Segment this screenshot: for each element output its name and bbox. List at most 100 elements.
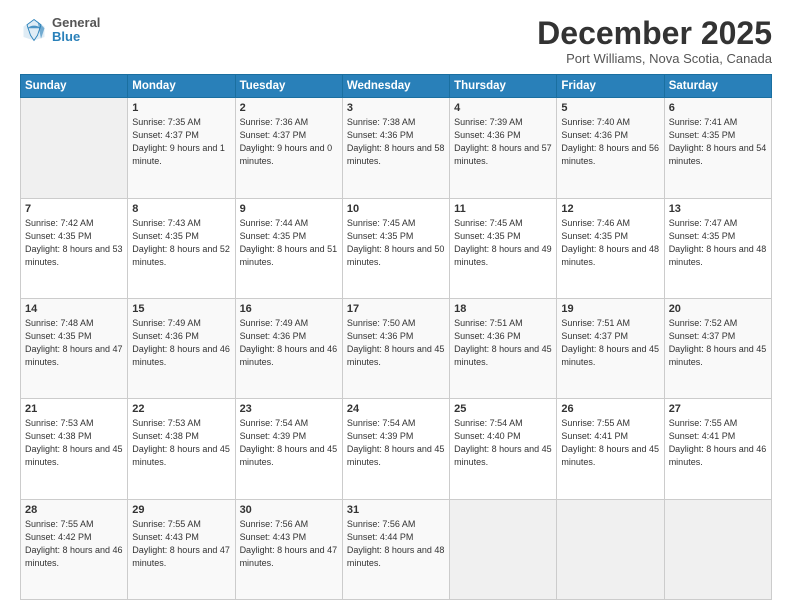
day-number: 16	[240, 303, 338, 315]
cell-content: Sunrise: 7:50 AMSunset: 4:36 PMDaylight:…	[347, 317, 445, 369]
cell-content: Sunrise: 7:52 AMSunset: 4:37 PMDaylight:…	[669, 317, 767, 369]
week-row-2: 14 Sunrise: 7:48 AMSunset: 4:35 PMDayligh…	[21, 298, 772, 398]
cell-content: Sunrise: 7:47 AMSunset: 4:35 PMDaylight:…	[669, 217, 767, 269]
cell-content: Sunrise: 7:54 AMSunset: 4:39 PMDaylight:…	[240, 417, 338, 469]
day-number: 10	[347, 203, 445, 215]
calendar-cell: 28Sunrise: 7:55 AMSunset: 4:42 PMDayligh…	[21, 499, 128, 599]
day-number: 22	[132, 403, 230, 415]
day-number: 20	[669, 303, 767, 315]
calendar-cell: 24 Sunrise: 7:54 AMSunset: 4:39 PMDayligh…	[342, 399, 449, 499]
logo-blue: Blue	[52, 30, 100, 44]
day-number: 31	[347, 504, 445, 516]
day-number: 11	[454, 203, 552, 215]
calendar-cell: 26 Sunrise: 7:55 AMSunset: 4:41 PMDayligh…	[557, 399, 664, 499]
weekday-header-tuesday: Tuesday	[235, 75, 342, 98]
cell-content: Sunrise: 7:40 AMSunset: 4:36 PMDaylight:…	[561, 116, 659, 168]
calendar-cell: 9Sunrise: 7:44 AMSunset: 4:35 PMDaylight…	[235, 198, 342, 298]
calendar-cell	[664, 499, 771, 599]
calendar-cell: 18 Sunrise: 7:51 AMSunset: 4:36 PMDayligh…	[450, 298, 557, 398]
cell-content: Sunrise: 7:48 AMSunset: 4:35 PMDaylight:…	[25, 317, 123, 369]
calendar-cell: 22 Sunrise: 7:53 AMSunset: 4:38 PMDayligh…	[128, 399, 235, 499]
location: Port Williams, Nova Scotia, Canada	[537, 51, 772, 66]
weekday-header-sunday: Sunday	[21, 75, 128, 98]
cell-content: Sunrise: 7:49 AMSunset: 4:36 PMDaylight:…	[240, 317, 338, 369]
day-number: 1	[132, 102, 230, 114]
weekday-header-row: SundayMondayTuesdayWednesdayThursdayFrid…	[21, 75, 772, 98]
day-number: 9	[240, 203, 338, 215]
calendar-cell: 1 Sunrise: 7:35 AMSunset: 4:37 PMDaylight…	[128, 98, 235, 198]
day-number: 5	[561, 102, 659, 114]
weekday-header-thursday: Thursday	[450, 75, 557, 98]
day-number: 8	[132, 203, 230, 215]
logo-icon	[20, 16, 48, 44]
day-number: 13	[669, 203, 767, 215]
day-number: 23	[240, 403, 338, 415]
cell-content: Sunrise: 7:56 AMSunset: 4:43 PMDaylight:…	[240, 518, 338, 570]
calendar-cell: 11 Sunrise: 7:45 AMSunset: 4:35 PMDayligh…	[450, 198, 557, 298]
cell-content: Sunrise: 7:51 AMSunset: 4:36 PMDaylight:…	[454, 317, 552, 369]
calendar-cell: 19Sunrise: 7:51 AMSunset: 4:37 PMDayligh…	[557, 298, 664, 398]
day-number: 19	[561, 303, 659, 315]
calendar-cell: 12 Sunrise: 7:46 AMSunset: 4:35 PMDayligh…	[557, 198, 664, 298]
day-number: 24	[347, 403, 445, 415]
day-number: 18	[454, 303, 552, 315]
cell-content: Sunrise: 7:41 AMSunset: 4:35 PMDaylight:…	[669, 116, 767, 168]
day-number: 27	[669, 403, 767, 415]
calendar-cell: 2 Sunrise: 7:36 AMSunset: 4:37 PMDaylight…	[235, 98, 342, 198]
header: General Blue December 2025 Port Williams…	[20, 16, 772, 66]
cell-content: Sunrise: 7:55 AMSunset: 4:41 PMDaylight:…	[561, 417, 659, 469]
calendar-cell: 25 Sunrise: 7:54 AMSunset: 4:40 PMDayligh…	[450, 399, 557, 499]
week-row-0: 1 Sunrise: 7:35 AMSunset: 4:37 PMDaylight…	[21, 98, 772, 198]
cell-content: Sunrise: 7:56 AMSunset: 4:44 PMDaylight:…	[347, 518, 445, 570]
calendar-cell: 23 Sunrise: 7:54 AMSunset: 4:39 PMDayligh…	[235, 399, 342, 499]
day-number: 7	[25, 203, 123, 215]
weekday-header-friday: Friday	[557, 75, 664, 98]
cell-content: Sunrise: 7:53 AMSunset: 4:38 PMDaylight:…	[132, 417, 230, 469]
day-number: 25	[454, 403, 552, 415]
day-number: 2	[240, 102, 338, 114]
calendar-page: General Blue December 2025 Port Williams…	[0, 0, 792, 612]
cell-content: Sunrise: 7:36 AMSunset: 4:37 PMDaylight:…	[240, 116, 338, 168]
month-title: December 2025	[537, 16, 772, 51]
logo: General Blue	[20, 16, 100, 45]
week-row-1: 7Sunrise: 7:42 AMSunset: 4:35 PMDaylight…	[21, 198, 772, 298]
calendar-cell: 4 Sunrise: 7:39 AMSunset: 4:36 PMDaylight…	[450, 98, 557, 198]
calendar-cell: 7Sunrise: 7:42 AMSunset: 4:35 PMDaylight…	[21, 198, 128, 298]
week-row-3: 21 Sunrise: 7:53 AMSunset: 4:38 PMDayligh…	[21, 399, 772, 499]
calendar-cell: 21 Sunrise: 7:53 AMSunset: 4:38 PMDayligh…	[21, 399, 128, 499]
cell-content: Sunrise: 7:55 AMSunset: 4:43 PMDaylight:…	[132, 518, 230, 570]
cell-content: Sunrise: 7:45 AMSunset: 4:35 PMDaylight:…	[454, 217, 552, 269]
cell-content: Sunrise: 7:35 AMSunset: 4:37 PMDaylight:…	[132, 116, 230, 168]
cell-content: Sunrise: 7:45 AMSunset: 4:35 PMDaylight:…	[347, 217, 445, 269]
day-number: 29	[132, 504, 230, 516]
cell-content: Sunrise: 7:54 AMSunset: 4:40 PMDaylight:…	[454, 417, 552, 469]
title-block: December 2025 Port Williams, Nova Scotia…	[537, 16, 772, 66]
cell-content: Sunrise: 7:54 AMSunset: 4:39 PMDaylight:…	[347, 417, 445, 469]
week-row-4: 28Sunrise: 7:55 AMSunset: 4:42 PMDayligh…	[21, 499, 772, 599]
day-number: 12	[561, 203, 659, 215]
calendar-cell: 3Sunrise: 7:38 AMSunset: 4:36 PMDaylight…	[342, 98, 449, 198]
day-number: 21	[25, 403, 123, 415]
day-number: 26	[561, 403, 659, 415]
calendar-cell: 17 Sunrise: 7:50 AMSunset: 4:36 PMDayligh…	[342, 298, 449, 398]
cell-content: Sunrise: 7:46 AMSunset: 4:35 PMDaylight:…	[561, 217, 659, 269]
weekday-header-monday: Monday	[128, 75, 235, 98]
cell-content: Sunrise: 7:39 AMSunset: 4:36 PMDaylight:…	[454, 116, 552, 168]
day-number: 15	[132, 303, 230, 315]
day-number: 17	[347, 303, 445, 315]
calendar-cell: 8Sunrise: 7:43 AMSunset: 4:35 PMDaylight…	[128, 198, 235, 298]
cell-content: Sunrise: 7:38 AMSunset: 4:36 PMDaylight:…	[347, 116, 445, 168]
cell-content: Sunrise: 7:49 AMSunset: 4:36 PMDaylight:…	[132, 317, 230, 369]
calendar-cell: 15 Sunrise: 7:49 AMSunset: 4:36 PMDayligh…	[128, 298, 235, 398]
day-number: 4	[454, 102, 552, 114]
weekday-header-wednesday: Wednesday	[342, 75, 449, 98]
day-number: 28	[25, 504, 123, 516]
cell-content: Sunrise: 7:53 AMSunset: 4:38 PMDaylight:…	[25, 417, 123, 469]
calendar-cell: 30Sunrise: 7:56 AMSunset: 4:43 PMDayligh…	[235, 499, 342, 599]
day-number: 6	[669, 102, 767, 114]
calendar-cell: 13 Sunrise: 7:47 AMSunset: 4:35 PMDayligh…	[664, 198, 771, 298]
calendar-cell: 29 Sunrise: 7:55 AMSunset: 4:43 PMDayligh…	[128, 499, 235, 599]
weekday-header-saturday: Saturday	[664, 75, 771, 98]
day-number: 14	[25, 303, 123, 315]
calendar-cell	[450, 499, 557, 599]
